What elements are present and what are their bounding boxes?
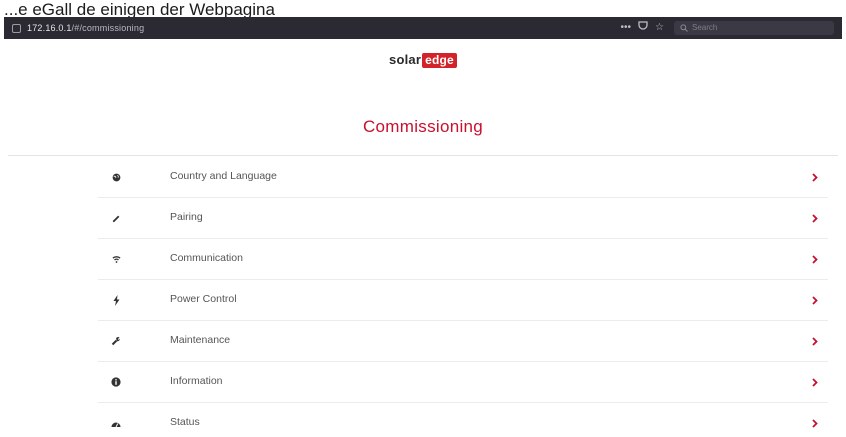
chevron-right-icon[interactable] xyxy=(810,333,820,349)
pocket-icon[interactable] xyxy=(638,17,648,39)
menu-item-label: Power Control xyxy=(170,293,237,305)
menu-item-communication[interactable]: Communication xyxy=(98,239,828,280)
page-title: Commissioning xyxy=(362,117,484,136)
menu-item-pairing[interactable]: Pairing xyxy=(98,198,828,239)
solaredge-logo: solar edge xyxy=(0,52,846,68)
menu-item-power-control[interactable]: Power Control xyxy=(98,280,828,321)
chevron-right-icon[interactable] xyxy=(810,374,820,390)
globe-icon xyxy=(108,169,124,185)
menu-item-country-and-language[interactable]: Country and Language xyxy=(98,157,828,198)
menu-item-label: Pairing xyxy=(170,211,203,223)
dashboard-icon xyxy=(108,415,124,431)
menu-item-status[interactable]: Status xyxy=(98,403,828,437)
lock-icon xyxy=(12,23,21,33)
menu-item-label: Information xyxy=(170,375,223,387)
chevron-right-icon[interactable] xyxy=(810,251,820,267)
info-icon xyxy=(108,374,124,390)
chevron-right-icon[interactable] xyxy=(810,415,820,431)
search-icon xyxy=(680,24,688,32)
divider xyxy=(8,155,838,156)
url-text[interactable]: 172.16.0.1/#/commissioning xyxy=(27,23,144,33)
menu-item-label: Communication xyxy=(170,252,243,264)
chevron-right-icon[interactable] xyxy=(810,169,820,185)
chevron-right-icon[interactable] xyxy=(810,210,820,226)
browser-address-bar[interactable]: 172.16.0.1/#/commissioning ••• ☆ Search xyxy=(4,17,842,39)
more-icon[interactable]: ••• xyxy=(621,17,632,39)
commissioning-menu: Country and Language Pairing Communicati… xyxy=(98,157,828,437)
search-input[interactable]: Search xyxy=(674,21,834,35)
pencil-icon xyxy=(108,210,124,226)
menu-item-label: Maintenance xyxy=(170,334,231,346)
menu-item-label: Status xyxy=(170,416,200,428)
menu-item-label: Country and Language xyxy=(170,170,277,182)
bookmark-icon[interactable]: ☆ xyxy=(655,17,664,39)
menu-item-information[interactable]: Information xyxy=(98,362,828,403)
wifi-icon xyxy=(108,251,124,267)
lightning-icon xyxy=(108,292,124,308)
chevron-right-icon[interactable] xyxy=(810,292,820,308)
menu-item-maintenance[interactable]: Maintenance xyxy=(98,321,828,362)
wrench-icon xyxy=(108,333,124,349)
